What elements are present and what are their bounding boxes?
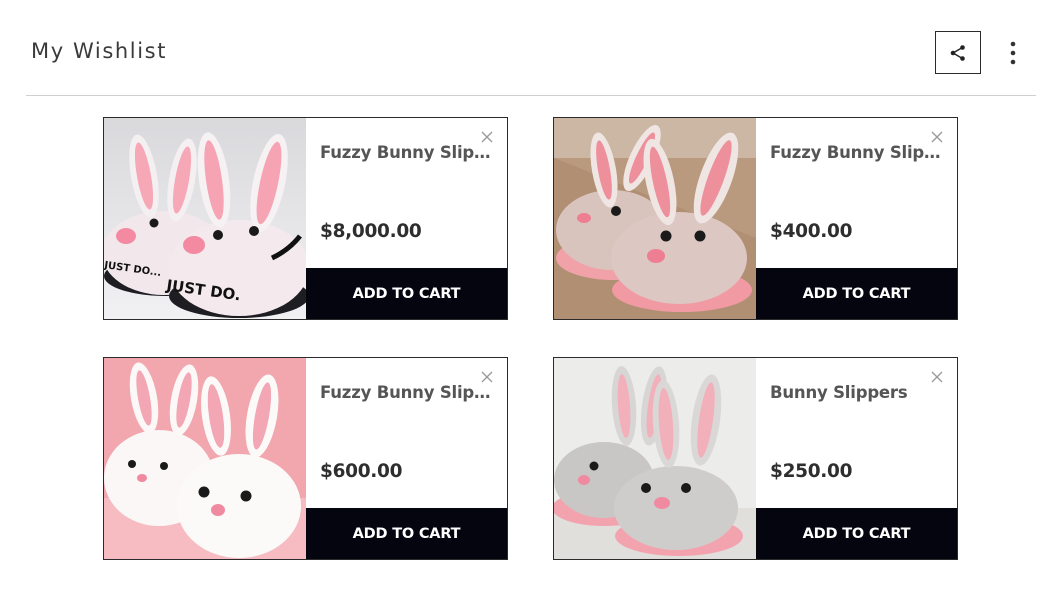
product-price: $8,000.00	[320, 221, 422, 242]
add-to-cart-button[interactable]: ADD TO CART	[306, 268, 507, 319]
product-name[interactable]: Fuzzy Bunny Slippers...	[320, 143, 495, 162]
wishlist-header: My Wishlist	[26, 0, 1036, 96]
close-icon[interactable]	[479, 129, 495, 145]
more-vertical-icon	[1010, 41, 1016, 65]
product-image[interactable]	[104, 358, 306, 559]
close-icon[interactable]	[929, 129, 945, 145]
add-to-cart-button[interactable]: ADD TO CART	[756, 268, 957, 319]
product-name[interactable]: Bunny Slippers	[770, 383, 945, 402]
page-title: My Wishlist	[31, 39, 168, 63]
close-icon[interactable]	[929, 369, 945, 385]
share-button[interactable]	[935, 31, 981, 74]
product-name[interactable]: Fuzzy Bunny Slippers...	[320, 383, 495, 402]
wishlist-item: Fuzzy Bunny Slippers... $400.00 ADD TO C…	[553, 117, 958, 320]
more-options-button[interactable]	[1002, 38, 1024, 68]
share-icon	[950, 44, 965, 61]
product-price: $400.00	[770, 221, 853, 242]
add-to-cart-button[interactable]: ADD TO CART	[756, 508, 957, 559]
product-name[interactable]: Fuzzy Bunny Slippers...	[770, 143, 945, 162]
product-price: $600.00	[320, 461, 403, 482]
add-to-cart-button[interactable]: ADD TO CART	[306, 508, 507, 559]
product-price: $250.00	[770, 461, 853, 482]
wishlist-item: Bunny Slippers $250.00 ADD TO CART	[553, 357, 958, 560]
wishlist-item: Fuzzy Bunny Slippers... $600.00 ADD TO C…	[103, 357, 508, 560]
product-image[interactable]: JUST DO. JUST DO...	[104, 118, 306, 319]
product-image[interactable]	[554, 118, 756, 319]
wishlist-item: JUST DO. JUST DO... Fuzzy Bunny Slippers…	[103, 117, 508, 320]
close-icon[interactable]	[479, 369, 495, 385]
product-image[interactable]	[554, 358, 756, 559]
